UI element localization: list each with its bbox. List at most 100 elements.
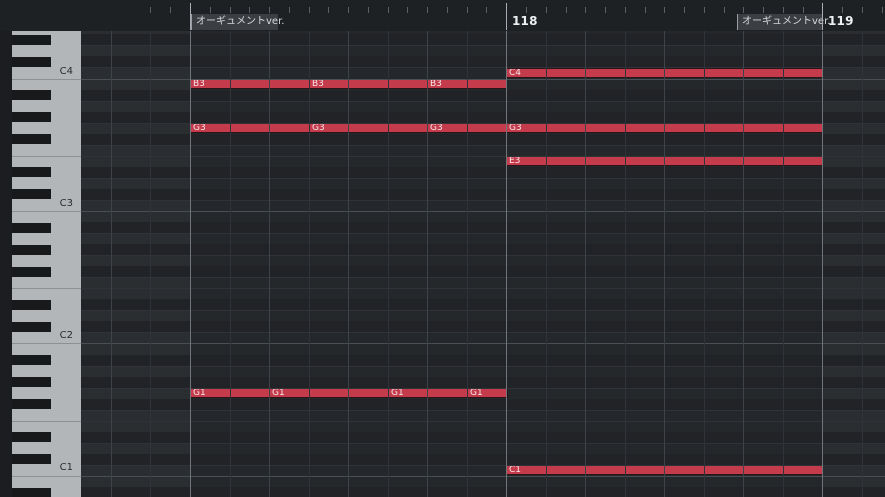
subbeat-line: [150, 31, 151, 497]
black-key[interactable]: [12, 299, 51, 310]
black-key[interactable]: [12, 487, 51, 497]
grid-row-black: [81, 34, 885, 45]
pitch-line: [81, 45, 885, 46]
black-key[interactable]: [12, 454, 51, 465]
pitch-line: [81, 145, 885, 146]
black-key[interactable]: [12, 399, 51, 410]
pitch-line: [81, 123, 885, 124]
beat-line: [111, 31, 112, 497]
pitch-line: [81, 255, 885, 256]
pitch-line: [81, 465, 885, 466]
subbeat-line: [862, 31, 863, 497]
midi-note[interactable]: G3: [190, 123, 310, 133]
arranger-marker[interactable]: オーギュメントver.: [737, 14, 830, 30]
midi-note[interactable]: B3: [190, 79, 310, 89]
midi-note[interactable]: G3: [309, 123, 429, 133]
bar-number-119: 119: [828, 14, 854, 28]
ruler-tick: [842, 7, 843, 13]
black-key[interactable]: [12, 244, 51, 255]
grid-row-black: [81, 299, 885, 310]
ruler-tick: [486, 7, 487, 13]
pitch-line: [81, 421, 885, 422]
grid-row-black: [81, 134, 885, 145]
black-key[interactable]: [12, 134, 51, 145]
timeline-ruler[interactable]: 118 119 オーギュメントver. オーギュメントver.: [0, 0, 885, 32]
grid-row-black: [81, 266, 885, 277]
octave-line: [81, 211, 885, 212]
piano-roll-editor: 118 119 オーギュメントver. オーギュメントver. C4 C3 C2…: [0, 0, 885, 497]
ruler-tick: [328, 7, 329, 13]
ruler-tick: [783, 7, 784, 13]
bar-number-118: 118: [512, 14, 538, 28]
key-separator: [12, 288, 81, 289]
beat-line: [664, 31, 665, 497]
grid-row-black: [81, 189, 885, 200]
grid-row-black: [81, 454, 885, 465]
midi-note[interactable]: G1: [467, 388, 508, 398]
ruler-tick: [348, 7, 349, 13]
ruler-tick: [388, 7, 389, 13]
ruler-tick: [882, 7, 883, 13]
key-label-c4: C4: [59, 66, 73, 77]
octave-line: [81, 79, 885, 80]
black-key[interactable]: [12, 355, 51, 366]
black-key[interactable]: [12, 189, 51, 200]
black-key[interactable]: [12, 432, 51, 443]
black-key[interactable]: [12, 34, 51, 45]
ruler-tick: [546, 7, 547, 13]
key-separator: [12, 156, 81, 157]
ruler-tick: [526, 7, 527, 13]
black-key[interactable]: [12, 222, 51, 233]
grid-row-black: [81, 321, 885, 332]
octave-line: [81, 343, 885, 344]
grid-row-black: [81, 112, 885, 123]
midi-note[interactable]: G1: [388, 388, 468, 398]
beat-line: [269, 31, 270, 497]
ruler-tick: [150, 7, 151, 13]
bar-line: [822, 31, 823, 497]
grid-row-black: [81, 222, 885, 233]
piano-keyboard[interactable]: C4 C3 C2 C1: [12, 31, 81, 497]
pitch-line: [81, 443, 885, 444]
black-key[interactable]: [12, 112, 51, 123]
arranger-marker[interactable]: オーギュメントver.: [191, 14, 284, 30]
midi-note[interactable]: G1: [269, 388, 389, 398]
beat-line: [348, 31, 349, 497]
ruler-tick: [585, 7, 586, 13]
subbeat-line: [704, 31, 705, 497]
pitch-line: [81, 200, 885, 201]
black-key[interactable]: [12, 90, 51, 101]
key-label-c3: C3: [59, 198, 73, 209]
black-key[interactable]: [12, 321, 51, 332]
pitch-line: [81, 310, 885, 311]
pitch-line: [81, 178, 885, 179]
note-grid[interactable]: C4B3B3B3G3G3G3G3E3D#3D#3D#3G1G1G1G1C1: [81, 31, 885, 497]
octave-line: [81, 476, 885, 477]
ruler-tick: [249, 7, 250, 13]
midi-note[interactable]: B3: [309, 79, 429, 89]
grid-row-black: [81, 167, 885, 178]
pitch-line: [81, 233, 885, 234]
subbeat-line: [309, 31, 310, 497]
ruler-tick: [684, 7, 685, 13]
ruler-tick: [368, 7, 369, 13]
key-separator: [12, 476, 81, 477]
black-key[interactable]: [12, 377, 51, 388]
ruler-tick: [269, 7, 270, 13]
pitch-line: [81, 156, 885, 157]
ruler-tick: [447, 7, 448, 13]
black-key[interactable]: [12, 266, 51, 277]
ruler-tick: [763, 7, 764, 13]
ruler-tick: [289, 7, 290, 13]
ruler-tick: [230, 7, 231, 13]
ruler-bar-tick: [190, 3, 191, 30]
black-key[interactable]: [12, 56, 51, 67]
black-key[interactable]: [12, 167, 51, 178]
ruler-tick: [566, 7, 567, 13]
pitch-line: [81, 410, 885, 411]
pitch-line: [81, 288, 885, 289]
grid-row-black: [81, 432, 885, 443]
key-label-c2: C2: [59, 330, 73, 341]
ruler-tick: [467, 7, 468, 13]
ruler-tick: [605, 7, 606, 13]
